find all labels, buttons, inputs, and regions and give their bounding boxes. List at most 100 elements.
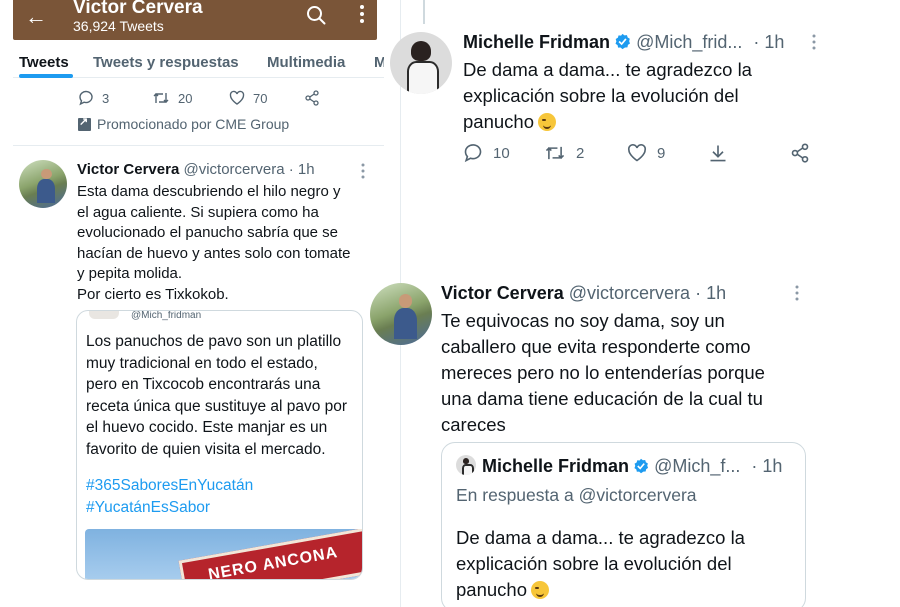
prev-tweet-actions: 3 20 70 <box>78 88 338 108</box>
tweet-header: Victor Cervera @victorcervera · 1h <box>77 161 315 178</box>
retweet-count: 2 <box>576 144 585 162</box>
quoted-text: De dama a dama... te agradezco la explic… <box>456 525 745 603</box>
profile-name: Victor Cervera <box>73 0 203 18</box>
profile-header-bar: ← Victor Cervera 36,924 Tweets <box>13 0 377 40</box>
thread-line <box>423 0 425 24</box>
reply-count: 10 <box>493 144 510 162</box>
tweet-text-line: una dama tiene educación de la cual tu <box>441 388 763 409</box>
like-count: 70 <box>253 90 268 106</box>
author-handle[interactable]: @Mich_frid... <box>636 32 742 52</box>
retweet-button[interactable]: 2 <box>544 142 584 164</box>
hashtag-link[interactable]: #YucatánEsSabor <box>86 497 253 519</box>
promoted-icon <box>78 115 91 131</box>
tab-likes[interactable]: M <box>374 54 384 71</box>
reply-count: 3 <box>102 90 110 106</box>
quoted-text-line: explicación sobre la evolución del <box>456 553 732 574</box>
reply-icon <box>79 90 93 106</box>
tweet-time: · 1h <box>753 32 785 52</box>
sign-text: NERO ANCONA <box>207 544 340 580</box>
quoted-handle: @Mich_fridman <box>131 310 202 321</box>
tweet-text-line: Por cierto es Tixkokob. <box>77 285 229 303</box>
tweet-time: · 1h <box>695 283 727 303</box>
avatar[interactable] <box>370 283 432 345</box>
share-icon <box>791 143 809 163</box>
tweet-text-line: caballero que evita responderte como <box>441 336 751 357</box>
author-name[interactable]: Michelle Fridman <box>463 32 610 52</box>
quoted-text-line: muy tradicional en todo el estado, <box>86 354 318 372</box>
download-button[interactable] <box>708 142 738 164</box>
reply-button[interactable]: 3 <box>78 88 109 108</box>
tweet-text-line: explicación sobre la evolución del <box>463 85 739 106</box>
quoted-handle: @Mich_f... <box>654 456 741 476</box>
back-arrow-icon[interactable]: ← <box>25 6 47 28</box>
retweet-count: 20 <box>178 90 193 106</box>
avatar[interactable] <box>19 160 67 208</box>
winking-face-icon <box>537 113 556 131</box>
quoted-text-line: el huevo cocido. Este manjar es un <box>86 419 328 436</box>
quoted-avatar <box>456 455 476 475</box>
quoted-tweet[interactable]: @Mich_fridman Los panuchos de pavo son u… <box>76 310 363 580</box>
quoted-image[interactable]: NERO ANCONA <box>85 529 362 580</box>
like-button[interactable]: 9 <box>627 142 665 164</box>
left-screenshot: ← Victor Cervera 36,924 Tweets Tweets Tw… <box>0 0 384 607</box>
more-options-icon[interactable] <box>361 163 365 179</box>
tweet-header: Victor Cervera @victorcervera · 1h <box>441 283 726 304</box>
share-button[interactable] <box>304 88 328 108</box>
quoted-text-line: Los panuchos de pavo son un platillo <box>86 333 342 350</box>
quoted-text-line: De dama a dama... te agradezco la <box>456 527 745 548</box>
quoted-tweet[interactable]: Michelle Fridman @Mich_f... · 1h En resp… <box>441 442 806 607</box>
tweet-text-fragment: panucho <box>463 111 534 132</box>
more-vertical-icon[interactable] <box>359 4 365 24</box>
tweet-text: De dama a dama... te agradezco la explic… <box>463 57 752 135</box>
tweet-text-line: careces <box>441 414 506 435</box>
divider <box>13 145 384 146</box>
profile-tabs: Tweets Tweets y respuestas Multimedia M <box>13 44 384 78</box>
winking-face-icon <box>530 581 549 599</box>
hashtag-link[interactable]: #365SaboresEnYucatán <box>86 475 253 497</box>
active-tab-indicator <box>19 74 73 78</box>
quoted-author-name: Michelle Fridman <box>482 456 630 476</box>
tweet-text-line: el agua caliente. Si supiera como ha <box>77 203 319 221</box>
tweet-text-line: panucho <box>463 109 752 135</box>
tweet-text-line: Esta dama descubriendo el hilo negro y <box>77 183 341 200</box>
reply-context: En respuesta a @victorcervera <box>456 485 697 505</box>
tab-media[interactable]: Multimedia <box>267 54 345 71</box>
more-options-icon[interactable] <box>812 34 816 50</box>
hashtags: #365SaboresEnYucatán #YucatánEsSabor <box>86 475 253 518</box>
tweet-text-line: evolucionado el panucho sabría que se <box>77 224 339 241</box>
quoted-text: Los panuchos de pavo son un platillo muy… <box>86 331 347 460</box>
tweet-header: Michelle Fridman @Mich_frid... · 1h <box>463 32 784 53</box>
tab-tweets[interactable]: Tweets <box>19 54 69 71</box>
verified-badge-icon <box>615 33 631 50</box>
share-icon <box>305 90 319 106</box>
quoted-header: Michelle Fridman @Mich_f... · 1h <box>456 455 782 477</box>
quoted-text-line: pero en Tixcocob encontrarás una <box>86 376 321 393</box>
more-options-icon[interactable] <box>795 285 799 301</box>
avatar[interactable] <box>390 32 452 94</box>
tweet-time: · 1h <box>288 161 315 178</box>
heart-icon <box>628 144 646 162</box>
download-icon <box>710 145 726 162</box>
tweet-text-line: mereces pero no lo entenderías porque <box>441 362 765 383</box>
tab-tweets-replies[interactable]: Tweets y respuestas <box>93 54 239 71</box>
tweet-count: 36,924 Tweets <box>73 18 164 34</box>
tweet-text: Esta dama descubriendo el hilo negro y e… <box>77 182 351 305</box>
reply-button[interactable]: 10 <box>463 142 510 164</box>
retweet-button[interactable]: 20 <box>152 88 192 108</box>
quoted-text-line: favorito de quien visita el mercado. <box>86 440 326 458</box>
author-name[interactable]: Victor Cervera <box>441 283 564 303</box>
author-name[interactable]: Victor Cervera <box>77 161 179 178</box>
quoted-text-line: panucho <box>456 577 745 603</box>
quoted-text-fragment: panucho <box>456 579 527 600</box>
tweet-actions: 10 2 9 <box>463 142 813 164</box>
quoted-time: · 1h <box>751 456 783 476</box>
market-sign: NERO ANCONA <box>178 529 362 580</box>
retweet-icon <box>545 146 565 160</box>
quoted-text-line: receta única que sustituye al pavo por <box>86 397 348 415</box>
tweet-text-line: Te equivocas no soy dama, soy un <box>441 310 725 331</box>
share-button[interactable] <box>790 142 820 164</box>
search-icon[interactable] <box>306 5 326 25</box>
like-button[interactable]: 70 <box>229 88 267 108</box>
author-handle[interactable]: @victorcervera <box>183 161 284 178</box>
author-handle[interactable]: @victorcervera <box>569 283 690 303</box>
